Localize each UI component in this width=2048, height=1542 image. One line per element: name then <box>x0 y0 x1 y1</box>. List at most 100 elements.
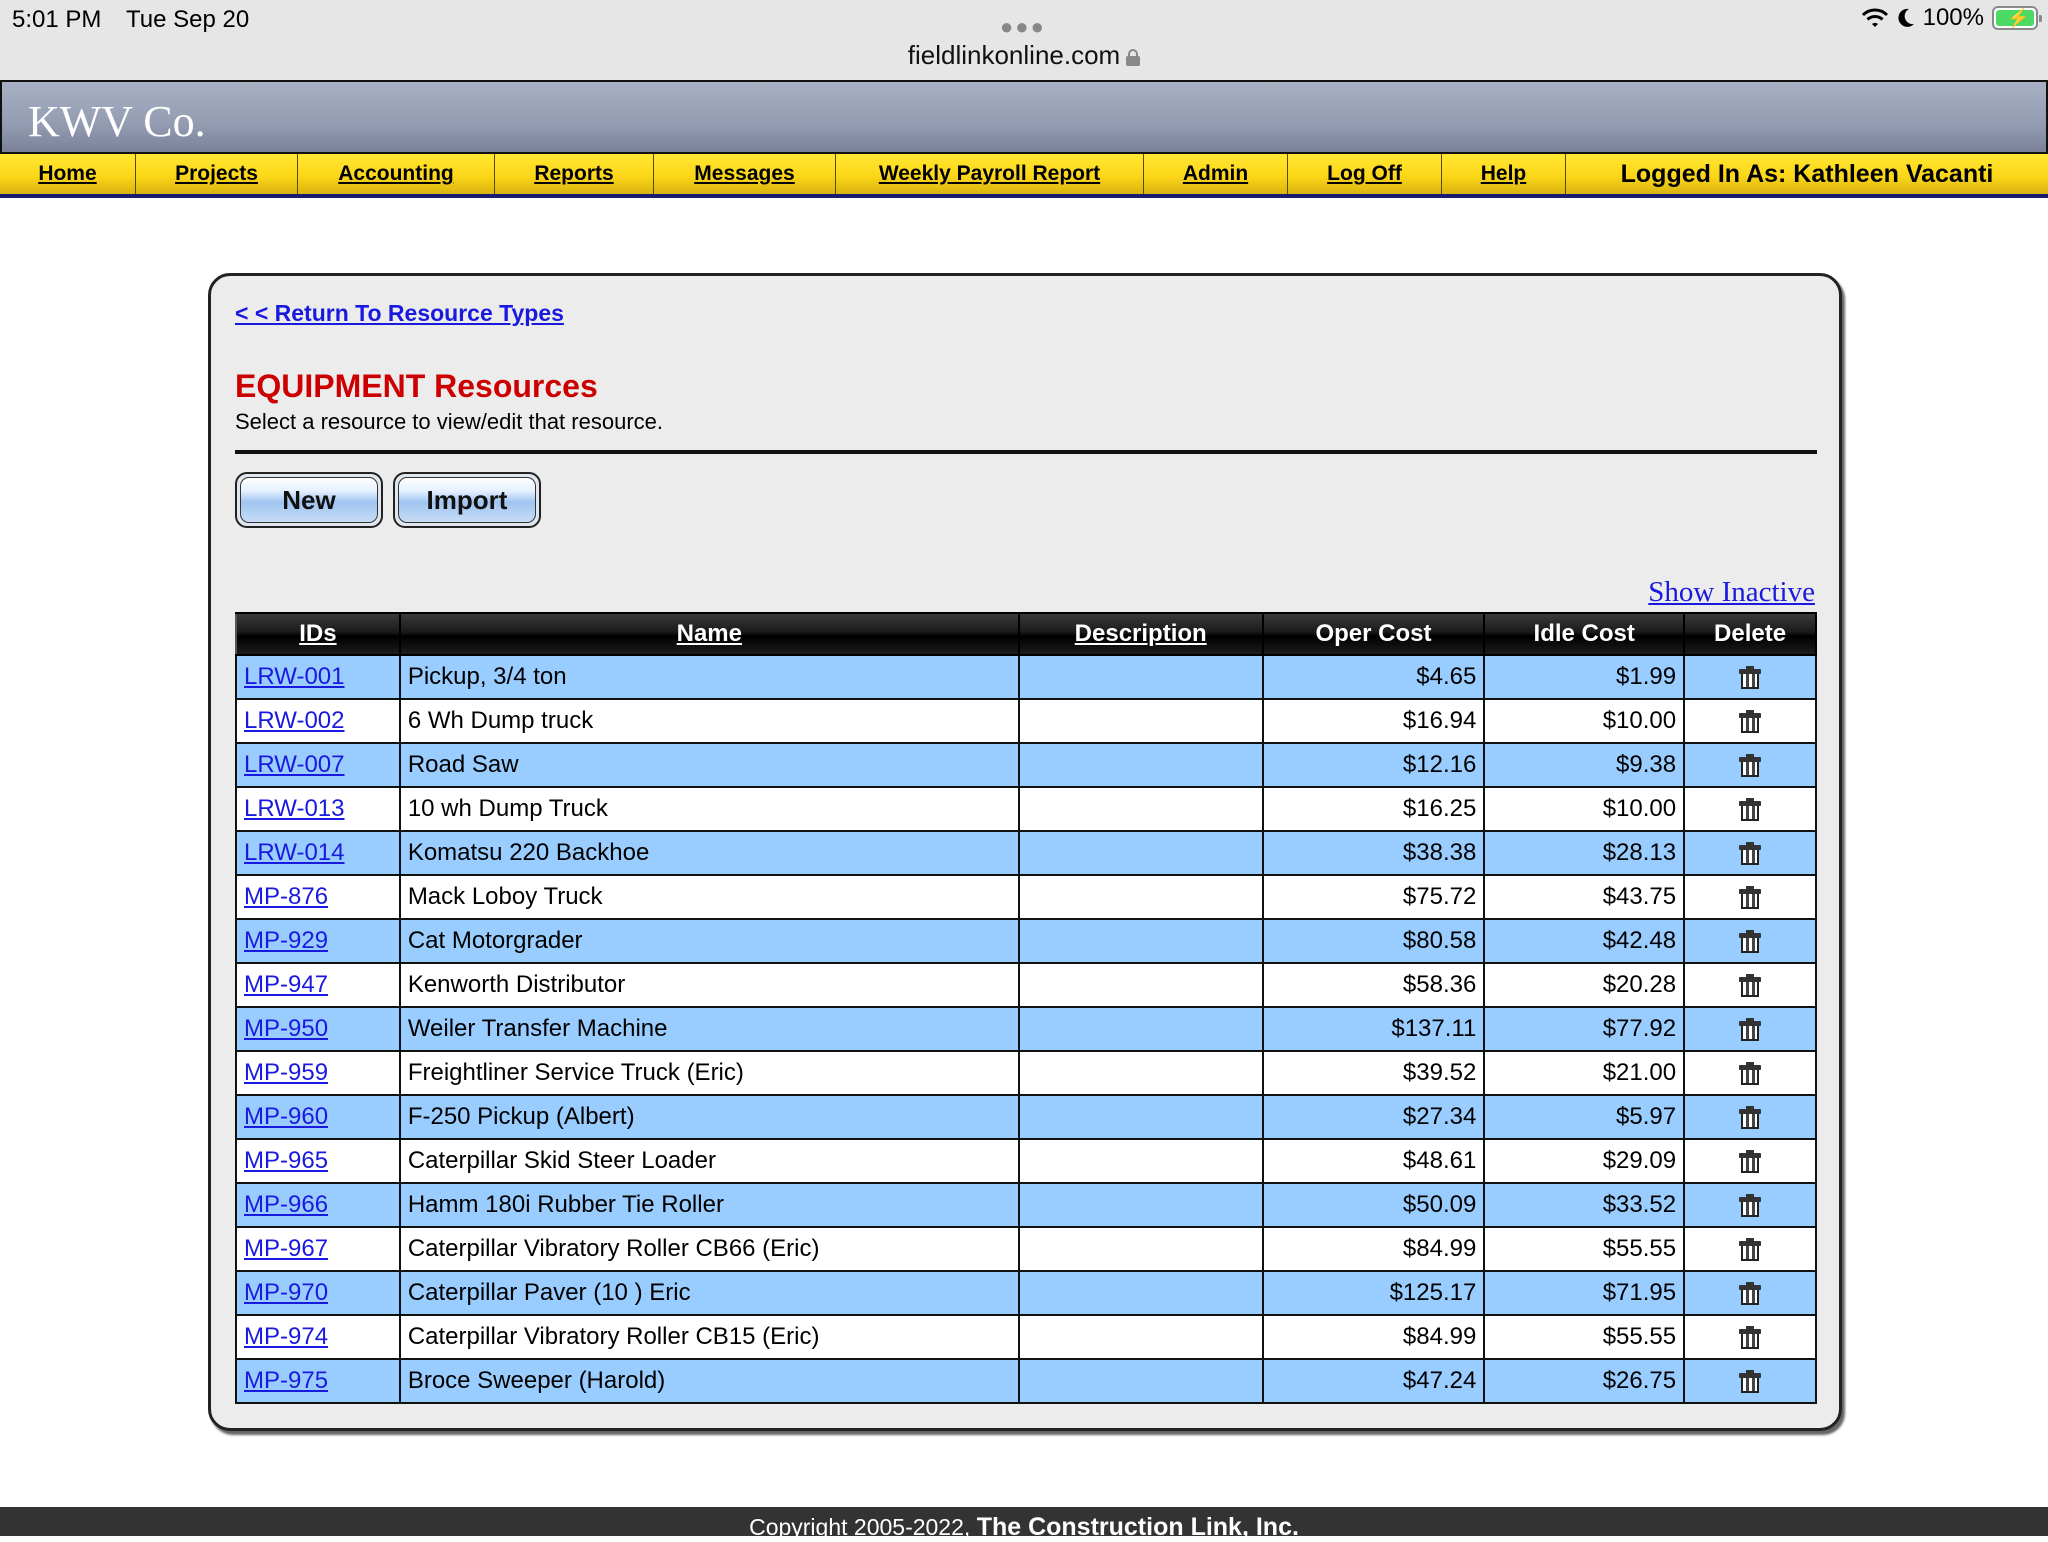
resource-id-link[interactable]: MP-960 <box>244 1103 328 1130</box>
cell-delete <box>1683 1314 1817 1360</box>
resource-id-link[interactable]: MP-959 <box>244 1059 328 1086</box>
cell-idle-cost: $1.99 <box>1483 654 1686 700</box>
nav-log-off[interactable]: Log Off <box>1288 154 1442 194</box>
cell-description <box>1017 1006 1264 1052</box>
cell-name: Caterpillar Paver (10 ) Eric <box>398 1270 1020 1316</box>
trash-icon[interactable] <box>1739 1325 1762 1350</box>
footer-copyright: Copyright 2005-2022, <box>749 1514 971 1540</box>
cell-idle-cost: $55.55 <box>1483 1314 1686 1360</box>
cell-delete <box>1683 742 1817 788</box>
cell-description <box>1017 698 1264 744</box>
trash-icon[interactable] <box>1739 929 1762 954</box>
table-header-row: IDs Name Description Oper Cost Idle Cost… <box>235 612 1817 656</box>
nav-reports[interactable]: Reports <box>495 154 654 194</box>
multitasking-dots-icon[interactable]: ●●● <box>1000 14 1046 40</box>
cell-id: MP-967 <box>235 1226 401 1272</box>
table-row: LRW-014 Komatsu 220 Backhoe $38.38 $28.13 <box>235 830 1817 876</box>
nav-projects[interactable]: Projects <box>136 154 298 194</box>
cell-oper-cost: $39.52 <box>1261 1050 1486 1096</box>
footer-company: The Construction Link, Inc. <box>976 1513 1299 1541</box>
resource-id-link[interactable]: MP-965 <box>244 1147 328 1174</box>
resource-id-link[interactable]: LRW-014 <box>244 839 345 866</box>
cell-oper-cost: $47.24 <box>1261 1358 1486 1404</box>
trash-icon[interactable] <box>1739 1017 1762 1042</box>
cell-oper-cost: $4.65 <box>1261 654 1486 700</box>
cell-oper-cost: $80.58 <box>1261 918 1486 964</box>
return-to-resource-types-link[interactable]: < < Return To Resource Types <box>235 300 564 327</box>
trash-icon[interactable] <box>1739 841 1762 866</box>
trash-icon[interactable] <box>1739 1237 1762 1262</box>
column-header-delete: Delete <box>1683 612 1817 656</box>
cell-oper-cost: $27.34 <box>1261 1094 1486 1140</box>
cell-idle-cost: $21.00 <box>1483 1050 1686 1096</box>
trash-icon[interactable] <box>1739 1369 1762 1394</box>
cell-description <box>1017 874 1264 920</box>
column-header-ids[interactable]: IDs <box>235 612 401 656</box>
trash-icon[interactable] <box>1739 973 1762 998</box>
trash-icon[interactable] <box>1739 1281 1762 1306</box>
column-header-description[interactable]: Description <box>1017 612 1264 656</box>
cell-description <box>1017 1226 1264 1272</box>
resource-id-link[interactable]: MP-967 <box>244 1235 328 1262</box>
resource-id-link[interactable]: MP-929 <box>244 927 328 954</box>
resource-id-link[interactable]: MP-970 <box>244 1279 328 1306</box>
trash-icon[interactable] <box>1739 885 1762 910</box>
trash-icon[interactable] <box>1739 709 1762 734</box>
cell-id: LRW-014 <box>235 830 401 876</box>
cell-delete <box>1683 1270 1817 1316</box>
resource-id-link[interactable]: MP-876 <box>244 883 328 910</box>
nav-messages[interactable]: Messages <box>654 154 836 194</box>
resource-id-link[interactable]: LRW-001 <box>244 663 345 690</box>
url-bar[interactable]: fieldlinkonline.com <box>0 40 2048 71</box>
nav-admin[interactable]: Admin <box>1144 154 1288 194</box>
resource-id-link[interactable]: MP-975 <box>244 1367 328 1394</box>
cell-delete <box>1683 1358 1817 1404</box>
cell-id: LRW-007 <box>235 742 401 788</box>
resource-id-link[interactable]: MP-974 <box>244 1323 328 1350</box>
nav-help[interactable]: Help <box>1442 154 1566 194</box>
cell-id: LRW-002 <box>235 698 401 744</box>
column-header-name[interactable]: Name <box>398 612 1020 656</box>
cell-name: Weiler Transfer Machine <box>398 1006 1020 1052</box>
cell-name: Pickup, 3/4 ton <box>398 654 1020 700</box>
cell-oper-cost: $75.72 <box>1261 874 1486 920</box>
cell-description <box>1017 1270 1264 1316</box>
trash-icon[interactable] <box>1739 753 1762 778</box>
logged-in-user: Logged In As: Kathleen Vacanti <box>1620 159 1994 188</box>
trash-icon[interactable] <box>1739 1061 1762 1086</box>
table-row: LRW-001 Pickup, 3/4 ton $4.65 $1.99 <box>235 654 1817 700</box>
new-button[interactable]: New <box>235 472 383 528</box>
nav-weekly-payroll-report[interactable]: Weekly Payroll Report <box>836 154 1144 194</box>
cell-delete <box>1683 1006 1817 1052</box>
resource-id-link[interactable]: LRW-007 <box>244 751 345 778</box>
cell-delete <box>1683 654 1817 700</box>
cell-idle-cost: $20.28 <box>1483 962 1686 1008</box>
resource-id-link[interactable]: MP-947 <box>244 971 328 998</box>
trash-icon[interactable] <box>1739 1149 1762 1174</box>
wifi-icon <box>1861 7 1889 29</box>
cell-description <box>1017 962 1264 1008</box>
cell-oper-cost: $12.16 <box>1261 742 1486 788</box>
trash-icon[interactable] <box>1739 1193 1762 1218</box>
nav-home[interactable]: Home <box>0 154 136 194</box>
nav-accounting[interactable]: Accounting <box>298 154 495 194</box>
resource-id-link[interactable]: MP-966 <box>244 1191 328 1218</box>
status-date: Tue Sep 20 <box>126 6 250 33</box>
resource-id-link[interactable]: LRW-013 <box>244 795 345 822</box>
cell-delete <box>1683 830 1817 876</box>
cell-delete <box>1683 1094 1817 1140</box>
cell-name: 6 Wh Dump truck <box>398 698 1020 744</box>
table-row: MP-975 Broce Sweeper (Harold) $47.24 $26.75 <box>235 1358 1817 1404</box>
url-text: fieldlinkonline.com <box>907 40 1121 70</box>
trash-icon[interactable] <box>1739 665 1762 690</box>
import-button[interactable]: Import <box>393 472 541 528</box>
show-inactive-link[interactable]: Show Inactive <box>1648 576 1815 609</box>
trash-icon[interactable] <box>1739 797 1762 822</box>
resource-id-link[interactable]: MP-950 <box>244 1015 328 1042</box>
resource-id-link[interactable]: LRW-002 <box>244 707 345 734</box>
cell-id: LRW-001 <box>235 654 401 700</box>
cell-id: MP-966 <box>235 1182 401 1228</box>
cell-name: Caterpillar Vibratory Roller CB66 (Eric) <box>398 1226 1020 1272</box>
trash-icon[interactable] <box>1739 1105 1762 1130</box>
main-nav: Home Projects Accounting Reports Message… <box>0 154 2048 198</box>
